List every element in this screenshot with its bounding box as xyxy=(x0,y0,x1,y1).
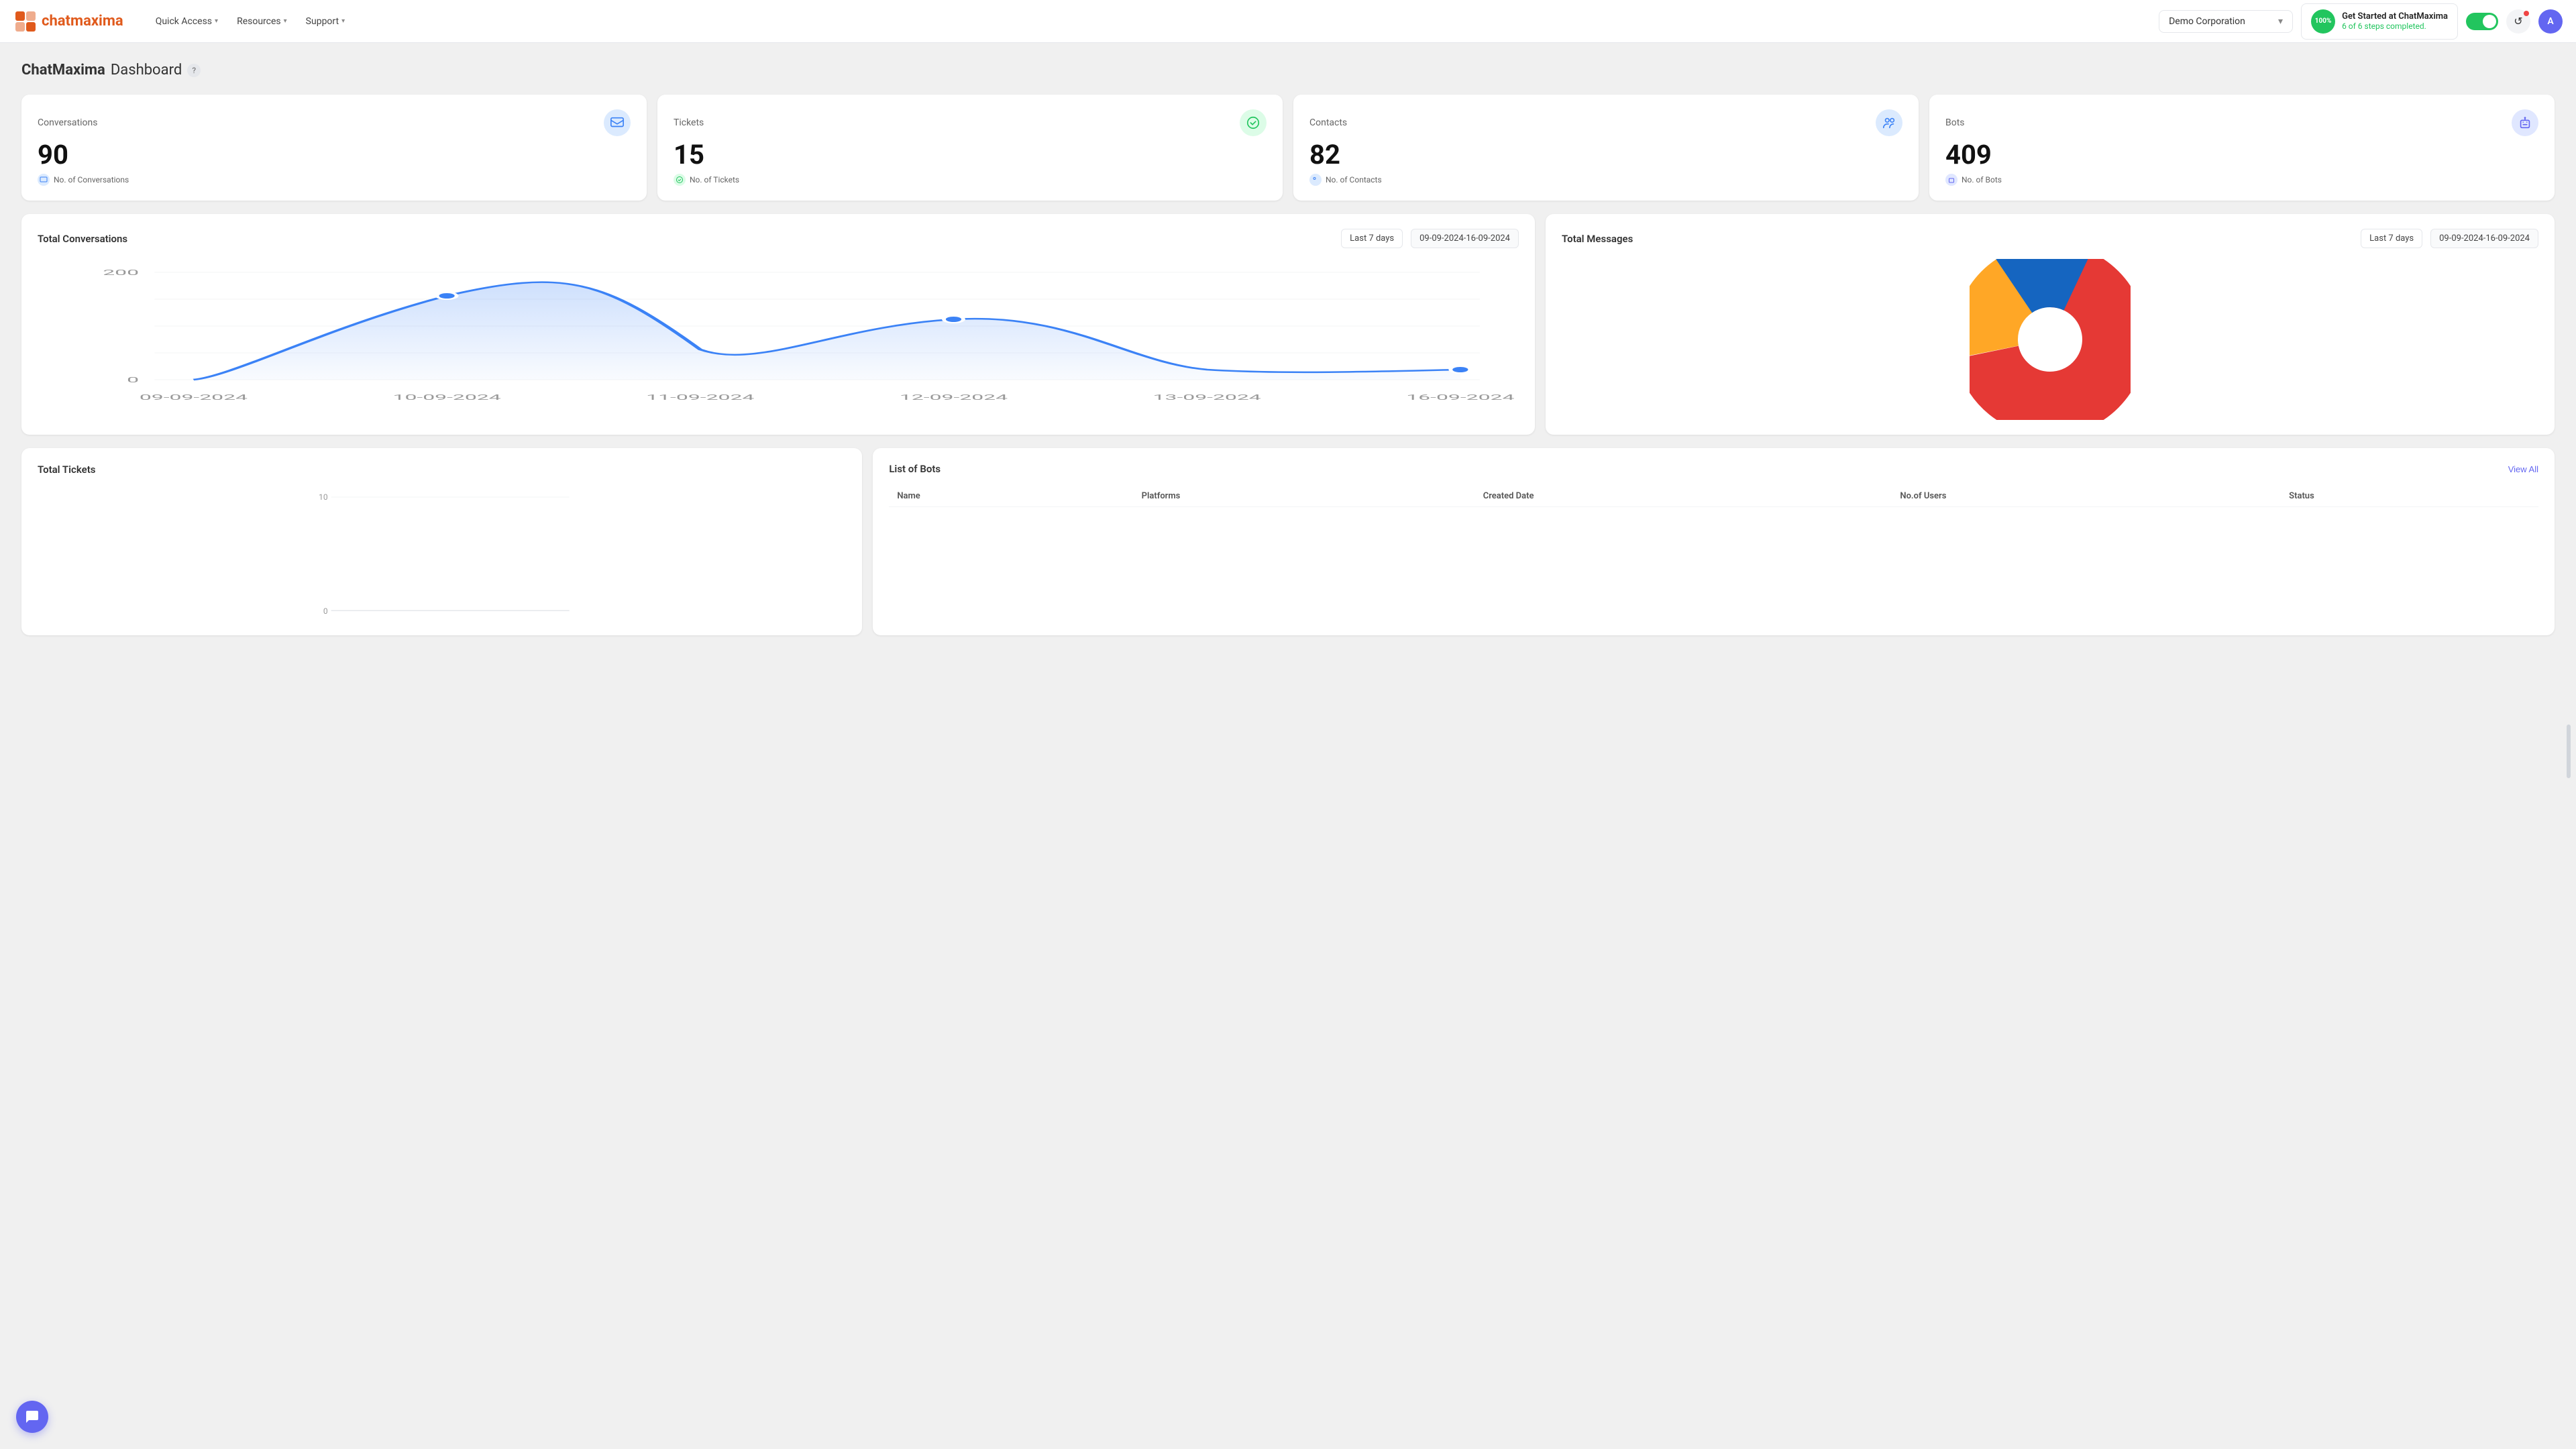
tickets-footer-icon xyxy=(674,174,686,186)
stat-card-bots: Bots 409 No. of Bots xyxy=(1929,95,2555,201)
stats-grid: Conversations 90 No. of Conversations Ti… xyxy=(21,95,2555,201)
col-users: No.of Users xyxy=(1892,486,2281,507)
bots-header: List of Bots View All xyxy=(889,463,2538,475)
history-button[interactable]: ↺ xyxy=(2506,9,2530,34)
total-tickets-card: Total Tickets 10 0 xyxy=(21,448,862,635)
stat-label-bots: Bots xyxy=(1945,117,1965,128)
stat-card-contacts: Contacts 82 No. of Contacts xyxy=(1293,95,1919,201)
svg-text:11-09-2024: 11-09-2024 xyxy=(646,393,754,402)
chart-title-conversations: Total Conversations xyxy=(38,233,1333,245)
svg-text:16-09-2024: 16-09-2024 xyxy=(1406,393,1514,402)
col-name: Name xyxy=(889,486,1133,507)
tickets-icon xyxy=(1240,109,1267,136)
conversations-icon xyxy=(604,109,631,136)
notification-dot xyxy=(2524,11,2529,16)
nav-support[interactable]: Support ▾ xyxy=(298,11,353,32)
bar-chart-area: 10 0 xyxy=(38,486,846,621)
svg-text:10-09-2024: 10-09-2024 xyxy=(393,393,501,402)
chat-bubble-button[interactable] xyxy=(16,1401,48,1433)
line-chart-area: 200 0 09-09-2024 10-09-2024 11-09-2024 1… xyxy=(38,259,1519,407)
scroll-indicator xyxy=(2567,724,2571,778)
svg-text:12-09-2024: 12-09-2024 xyxy=(900,393,1008,402)
svg-text:0: 0 xyxy=(323,606,328,616)
getting-started-bar[interactable]: 100% Get Started at ChatMaxima 6 of 6 st… xyxy=(2301,3,2458,40)
toggle-knob xyxy=(2483,15,2496,28)
col-status: Status xyxy=(2281,486,2538,507)
conversations-footer-icon xyxy=(38,174,50,186)
col-created-date: Created Date xyxy=(1475,486,1892,507)
main-content: ChatMaxima Dashboard ? Conversations 90 … xyxy=(0,43,2576,654)
chevron-down-icon: ▾ xyxy=(2278,16,2283,27)
stat-label-contacts: Contacts xyxy=(1309,117,1347,128)
date-filter-messages[interactable]: 09-09-2024-16-09-2024 xyxy=(2430,229,2538,248)
stat-footer-conversations: No. of Conversations xyxy=(38,174,631,186)
stat-footer-contacts: No. of Contacts xyxy=(1309,174,1902,186)
stat-footer-bots: No. of Bots xyxy=(1945,174,2538,186)
nav-resources[interactable]: Resources ▾ xyxy=(229,11,295,32)
view-all-button[interactable]: View All xyxy=(2508,464,2538,474)
bots-footer-icon xyxy=(1945,174,1957,186)
chevron-down-icon: ▾ xyxy=(341,17,345,25)
nav-quick-access[interactable]: Quick Access ▾ xyxy=(148,11,226,32)
filter-button-messages[interactable]: Last 7 days xyxy=(2361,229,2422,248)
chevron-down-icon: ▾ xyxy=(284,17,287,25)
navbar: chatmaxima Quick Access ▾ Resources ▾ Su… xyxy=(0,0,2576,43)
list-of-bots-card: List of Bots View All Name Platforms Cre… xyxy=(873,448,2555,635)
section-title-bots: List of Bots xyxy=(889,463,941,475)
contacts-icon xyxy=(1876,109,1902,136)
logo[interactable]: chatmaxima xyxy=(13,9,123,34)
pie-chart-svg xyxy=(1970,259,2131,420)
org-selector[interactable]: Demo Corporation ▾ xyxy=(2159,10,2293,33)
navbar-right: Demo Corporation ▾ 100% Get Started at C… xyxy=(2159,3,2563,40)
stat-number-bots: 409 xyxy=(1945,142,2538,168)
bots-table: Name Platforms Created Date No.of Users … xyxy=(889,486,2538,507)
stat-number-contacts: 82 xyxy=(1309,142,1902,168)
getting-started-text: Get Started at ChatMaxima 6 of 6 steps c… xyxy=(2342,11,2448,31)
stat-number-conversations: 90 xyxy=(38,142,631,168)
stat-label-tickets: Tickets xyxy=(674,117,704,128)
svg-text:13-09-2024: 13-09-2024 xyxy=(1153,393,1261,402)
total-messages-card: Total Messages Last 7 days 09-09-2024-16… xyxy=(1546,214,2555,435)
total-conversations-card: Total Conversations Last 7 days 09-09-20… xyxy=(21,214,1535,435)
col-platforms: Platforms xyxy=(1134,486,1475,507)
svg-text:200: 200 xyxy=(103,268,139,277)
logo-text: chatmaxima xyxy=(42,13,123,30)
bots-icon xyxy=(2512,109,2538,136)
pie-chart-area xyxy=(1562,259,2538,420)
org-name: Demo Corporation xyxy=(2169,16,2245,27)
line-chart-svg: 200 0 09-09-2024 10-09-2024 11-09-2024 1… xyxy=(38,259,1519,407)
filter-button-conversations[interactable]: Last 7 days xyxy=(1341,229,1403,248)
charts-row: Total Conversations Last 7 days 09-09-20… xyxy=(21,214,2555,435)
stat-footer-tickets: No. of Tickets xyxy=(674,174,1267,186)
contacts-footer-icon xyxy=(1309,174,1322,186)
table-header-row: Name Platforms Created Date No.of Users … xyxy=(889,486,2538,507)
svg-text:10: 10 xyxy=(319,492,328,502)
page-title: ChatMaxima Dashboard ? xyxy=(21,62,2555,78)
help-icon[interactable]: ? xyxy=(187,64,201,77)
history-icon: ↺ xyxy=(2514,15,2522,28)
svg-text:0: 0 xyxy=(127,376,139,384)
bar-chart-svg: 10 0 xyxy=(38,486,846,621)
date-filter-conversations[interactable]: 09-09-2024-16-09-2024 xyxy=(1411,229,1519,248)
stat-number-tickets: 15 xyxy=(674,142,1267,168)
bottom-row: Total Tickets 10 0 List of Bots View xyxy=(21,448,2555,635)
stat-card-tickets: Tickets 15 No. of Tickets xyxy=(657,95,1283,201)
chart-title-messages: Total Messages xyxy=(1562,233,2353,245)
toggle-button[interactable] xyxy=(2466,13,2498,30)
stat-card-conversations: Conversations 90 No. of Conversations xyxy=(21,95,647,201)
avatar[interactable]: A xyxy=(2538,9,2563,34)
svg-text:09-09-2024: 09-09-2024 xyxy=(140,393,248,402)
chevron-down-icon: ▾ xyxy=(215,17,218,25)
progress-circle: 100% xyxy=(2311,9,2335,34)
stat-label-conversations: Conversations xyxy=(38,117,97,128)
nav-menu: Quick Access ▾ Resources ▾ Support ▾ xyxy=(148,11,2148,32)
section-title-tickets: Total Tickets xyxy=(38,464,95,476)
